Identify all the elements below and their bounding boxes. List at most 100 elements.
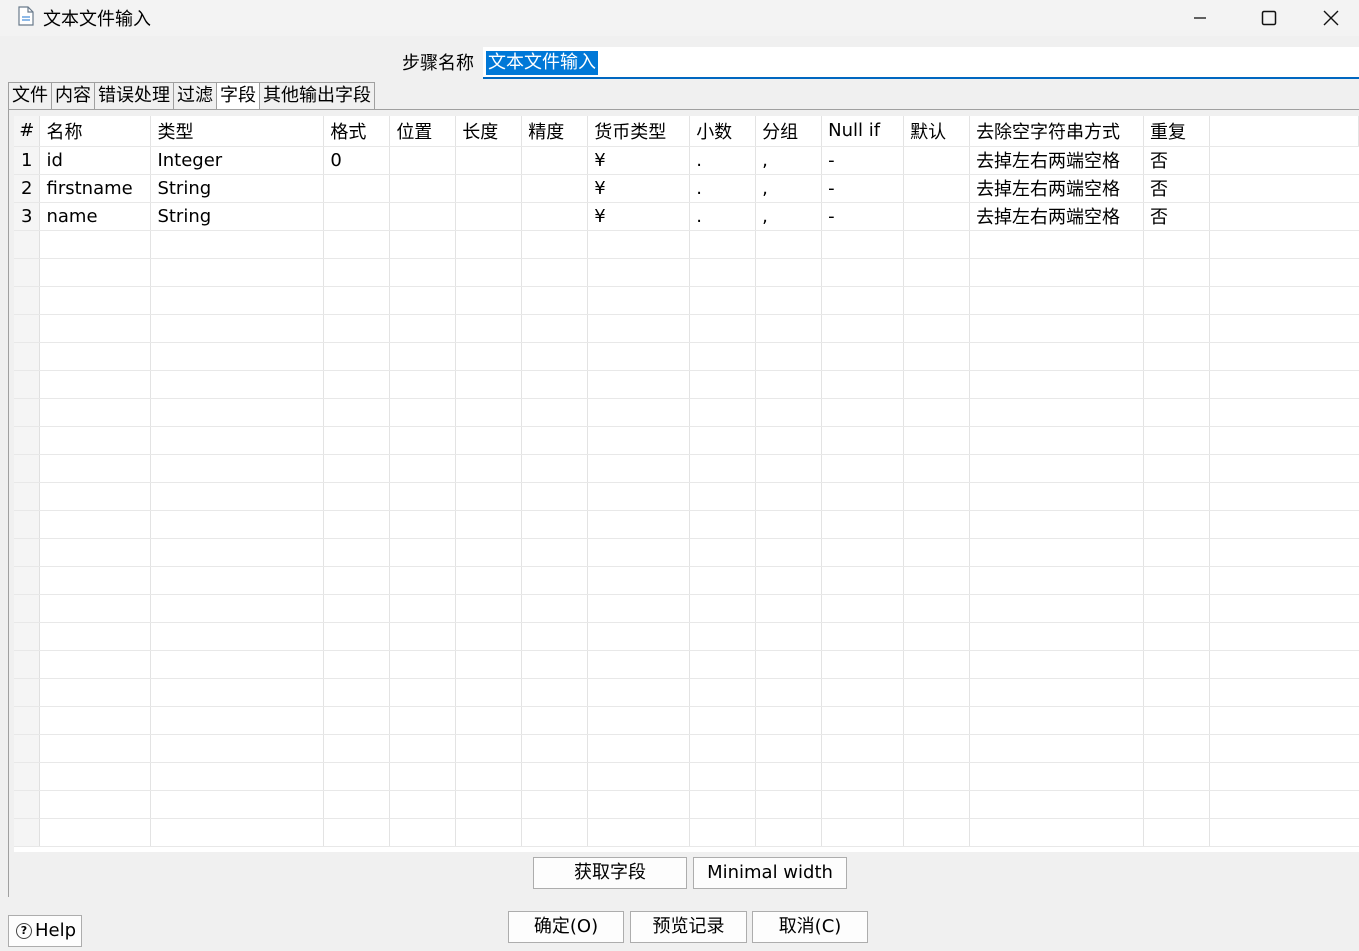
cell-format[interactable]: [323, 706, 391, 735]
cell-index[interactable]: 1: [14, 146, 41, 175]
cell-format[interactable]: [323, 454, 391, 483]
cell-index[interactable]: [14, 818, 41, 847]
cell-decimal[interactable]: [689, 454, 757, 483]
tab-error-handling[interactable]: 错误处理: [94, 82, 174, 110]
column-header-type[interactable]: 类型: [150, 116, 325, 147]
cell-name[interactable]: name: [39, 202, 152, 231]
cell-position[interactable]: [389, 678, 457, 707]
cell-format[interactable]: [323, 258, 391, 287]
cell-default[interactable]: [903, 790, 971, 819]
cell-precision[interactable]: [521, 538, 589, 567]
cell-default[interactable]: [903, 370, 971, 399]
cell-null-if[interactable]: [821, 510, 905, 539]
cell-trim-type[interactable]: [969, 426, 1145, 455]
cell-default[interactable]: [903, 762, 971, 791]
cell-name[interactable]: [39, 762, 152, 791]
cell-format[interactable]: [323, 202, 391, 231]
cell-currency[interactable]: [587, 314, 691, 343]
empty-table-row[interactable]: [14, 510, 1359, 539]
cell-index[interactable]: [14, 706, 41, 735]
cell-index[interactable]: [14, 342, 41, 371]
column-header-index[interactable]: #: [14, 116, 41, 147]
cell-group[interactable]: [755, 342, 823, 371]
cell-trim-type[interactable]: [969, 790, 1145, 819]
minimize-button[interactable]: [1165, 0, 1235, 36]
cell-length[interactable]: [455, 258, 523, 287]
cell-repeat[interactable]: [1143, 482, 1210, 511]
cell-trim-type[interactable]: 去掉左右两端空格: [969, 174, 1145, 203]
cell-index[interactable]: [14, 510, 41, 539]
column-header-decimal[interactable]: 小数: [689, 116, 757, 147]
cell-precision[interactable]: [521, 258, 589, 287]
cell-trim-type[interactable]: [969, 650, 1145, 679]
cell-currency[interactable]: [587, 622, 691, 651]
cell-repeat[interactable]: [1143, 398, 1210, 427]
cell-length[interactable]: [455, 286, 523, 315]
cell-group[interactable]: [755, 230, 823, 259]
preview-button[interactable]: 预览记录: [630, 911, 747, 943]
cell-type[interactable]: [150, 818, 325, 847]
cell-precision[interactable]: [521, 762, 589, 791]
cell-position[interactable]: [389, 230, 457, 259]
cell-repeat[interactable]: [1143, 342, 1210, 371]
cell-type[interactable]: String: [150, 202, 325, 231]
cell-null-if[interactable]: [821, 286, 905, 315]
cell-decimal[interactable]: [689, 230, 757, 259]
cell-index[interactable]: [14, 622, 41, 651]
cell-precision[interactable]: [521, 566, 589, 595]
cell-name[interactable]: [39, 370, 152, 399]
cell-type[interactable]: [150, 622, 325, 651]
cell-currency[interactable]: [587, 706, 691, 735]
cell-precision[interactable]: [521, 174, 589, 203]
cell-index[interactable]: [14, 650, 41, 679]
cell-default[interactable]: [903, 566, 971, 595]
cell-null-if[interactable]: [821, 790, 905, 819]
cell-name[interactable]: [39, 286, 152, 315]
cell-type[interactable]: String: [150, 174, 325, 203]
column-header-group[interactable]: 分组: [755, 116, 823, 147]
cell-precision[interactable]: [521, 454, 589, 483]
cell-length[interactable]: [455, 314, 523, 343]
cell-repeat[interactable]: [1143, 762, 1210, 791]
cell-decimal[interactable]: [689, 426, 757, 455]
cell-precision[interactable]: [521, 706, 589, 735]
cell-decimal[interactable]: [689, 370, 757, 399]
cell-decimal[interactable]: [689, 286, 757, 315]
cell-repeat[interactable]: [1143, 314, 1210, 343]
cell-position[interactable]: [389, 258, 457, 287]
cell-group[interactable]: [755, 650, 823, 679]
cell-position[interactable]: [389, 314, 457, 343]
cell-trim-type[interactable]: [969, 286, 1145, 315]
cell-trim-type[interactable]: [969, 734, 1145, 763]
cell-position[interactable]: [389, 734, 457, 763]
cell-currency[interactable]: [587, 818, 691, 847]
cell-format[interactable]: [323, 538, 391, 567]
cell-position[interactable]: [389, 538, 457, 567]
cell-currency[interactable]: [587, 342, 691, 371]
cell-currency[interactable]: ¥: [587, 174, 691, 203]
cell-format[interactable]: 0: [323, 146, 391, 175]
cell-repeat[interactable]: [1143, 678, 1210, 707]
cell-position[interactable]: [389, 146, 457, 175]
cell-null-if[interactable]: [821, 594, 905, 623]
cell-type[interactable]: [150, 706, 325, 735]
cell-length[interactable]: [455, 678, 523, 707]
cell-decimal[interactable]: [689, 790, 757, 819]
cell-position[interactable]: [389, 454, 457, 483]
cell-type[interactable]: [150, 734, 325, 763]
cell-decimal[interactable]: .: [689, 174, 757, 203]
cell-name[interactable]: [39, 426, 152, 455]
cell-name[interactable]: [39, 538, 152, 567]
cell-default[interactable]: [903, 622, 971, 651]
cell-precision[interactable]: [521, 398, 589, 427]
cell-default[interactable]: [903, 230, 971, 259]
cell-length[interactable]: [455, 622, 523, 651]
cell-type[interactable]: [150, 314, 325, 343]
empty-table-row[interactable]: [14, 286, 1359, 315]
cell-trim-type[interactable]: [969, 230, 1145, 259]
cell-format[interactable]: [323, 594, 391, 623]
help-button[interactable]: ? Help: [8, 915, 82, 947]
cell-format[interactable]: [323, 762, 391, 791]
cell-currency[interactable]: [587, 762, 691, 791]
cell-length[interactable]: [455, 426, 523, 455]
